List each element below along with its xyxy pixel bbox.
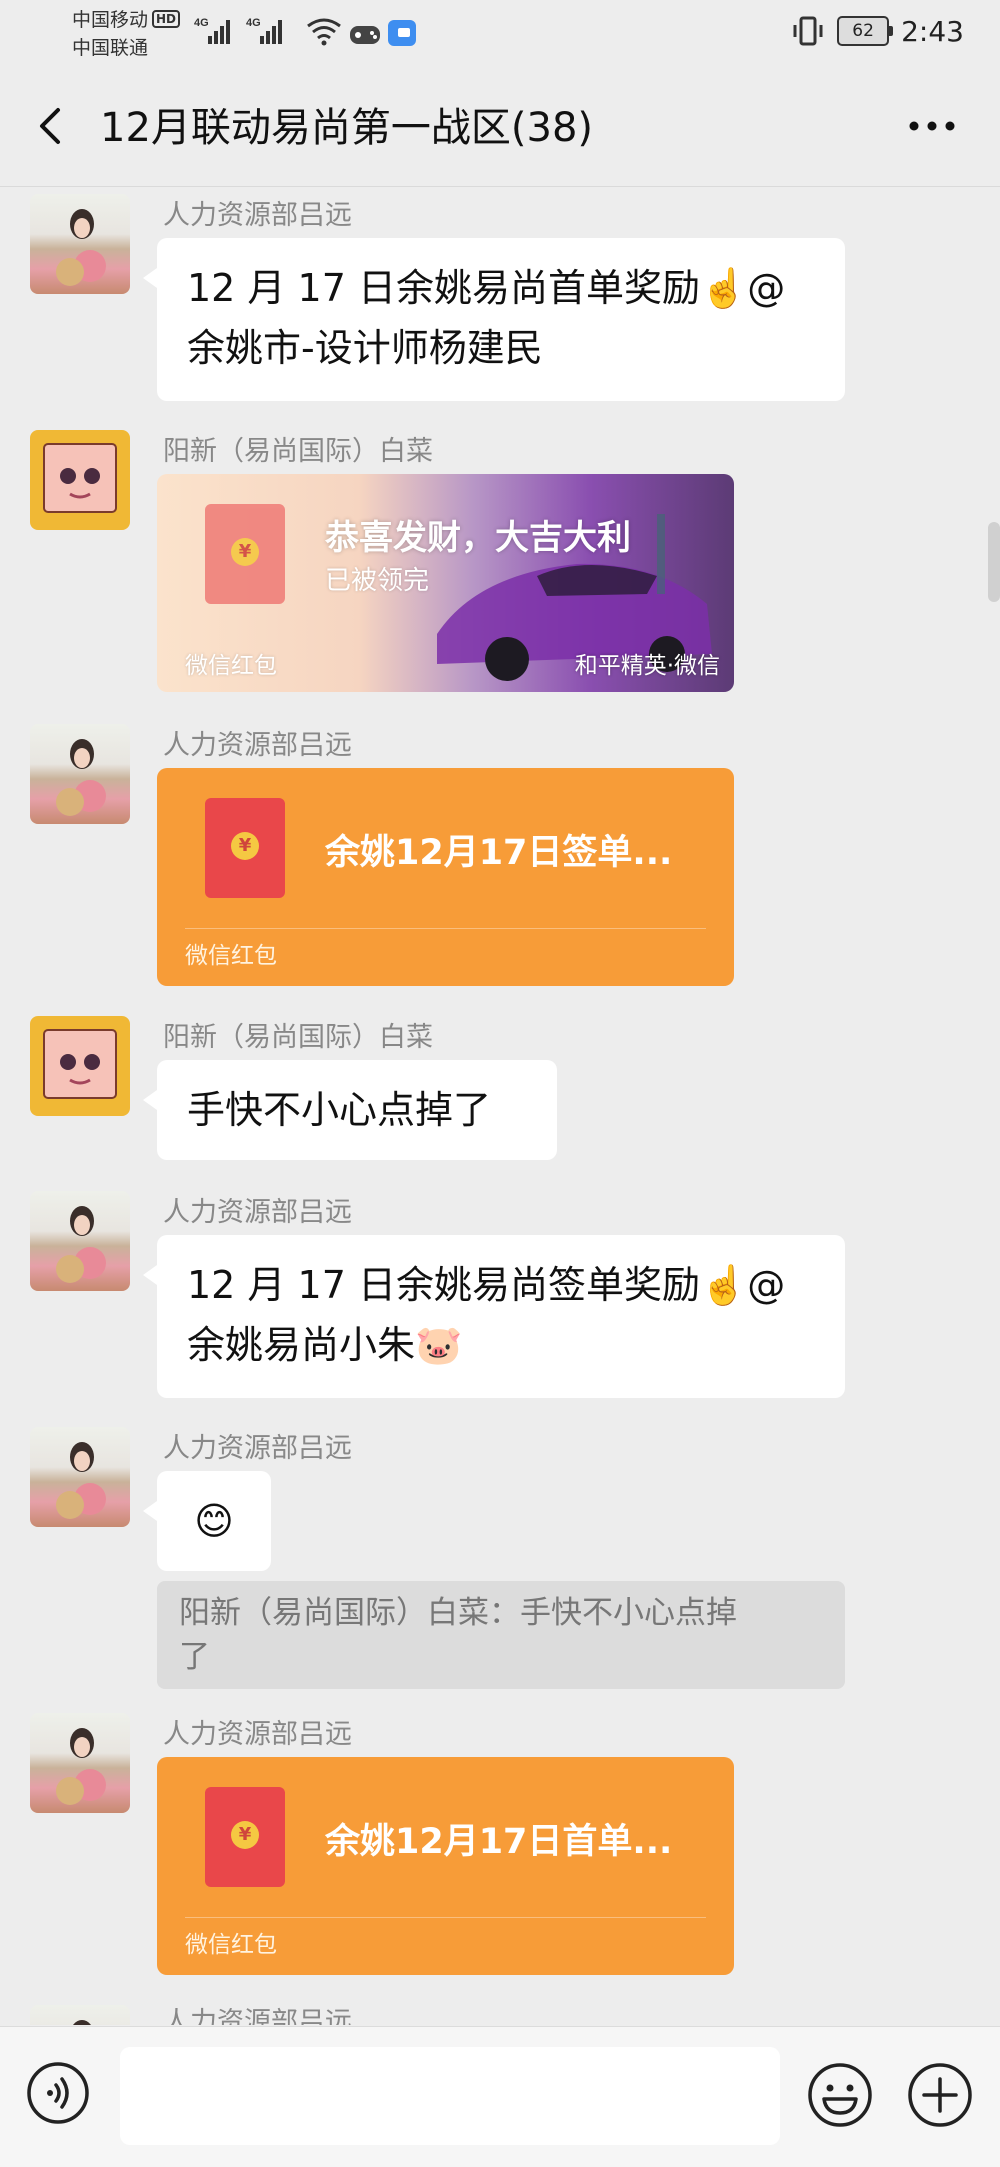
avatar[interactable] <box>30 194 130 294</box>
divider <box>185 928 706 929</box>
input-bar <box>0 2026 1000 2167</box>
net-label-1: 4G <box>194 17 209 29</box>
signal-icon-2: 4G <box>246 17 282 44</box>
plus-icon[interactable] <box>906 2061 974 2129</box>
quote-text-line: 阳新（易尚国际）白菜：手快不小心点掉 <box>179 1595 737 1631</box>
avatar-image <box>56 1728 106 1805</box>
message-text-line: 余姚市-设计师杨建民 <box>187 326 543 370</box>
message-text: 手快不小心点掉了 <box>187 1088 492 1132</box>
message-list[interactable]: 人力资源部吕远 12 月 17 日余姚易尚首单奖励☝️@ 余姚市-设计师杨建民 … <box>0 187 1000 2025</box>
clock: 2:43 <box>901 14 964 48</box>
carrier-2: 中国联通 <box>72 37 149 59</box>
red-envelope-icon <box>205 504 285 604</box>
avatar[interactable] <box>30 1016 130 1116</box>
carrier-info: 中国移动 HD 中国联通 <box>72 6 181 62</box>
back-icon[interactable] <box>32 102 72 150</box>
red-envelope-icon <box>205 798 285 898</box>
sender-name: 人力资源部吕远 <box>163 1719 352 1750</box>
message-bubble[interactable]: 😊 <box>143 1471 271 1571</box>
message-bubble[interactable]: 12 月 17 日余姚易尚首单奖励☝️@ 余姚市-设计师杨建民 <box>143 238 845 401</box>
red-packet-opened[interactable]: 恭喜发财，大吉大利 已被领完 微信红包 和平精英·微信 <box>157 474 734 692</box>
avatar-image <box>56 1442 106 1519</box>
scrollbar[interactable] <box>988 522 1000 602</box>
carrier-1: 中国移动 <box>72 9 149 31</box>
message-text-line: 12 月 17 日余姚易尚首单奖励☝️@ <box>187 266 786 310</box>
status-bar: 中国移动 HD 中国联通 4G 4G 62 2:43 <box>0 0 1000 66</box>
avatar-image <box>43 443 117 513</box>
red-packet-footer: 微信红包 <box>185 653 277 679</box>
red-packet-title: 恭喜发财，大吉大利 <box>325 518 631 558</box>
avatar-image <box>43 1029 117 1099</box>
red-envelope-icon <box>205 1787 285 1887</box>
sender-name: 人力资源部吕远 <box>163 730 352 761</box>
status-right: 62 2:43 <box>791 14 964 48</box>
app-notification-icon <box>388 20 416 46</box>
avatar[interactable] <box>30 430 130 530</box>
sender-name: 阳新（易尚国际）白菜 <box>163 1022 433 1053</box>
divider <box>185 1917 706 1918</box>
sender-name: 人力资源部吕远 <box>163 2007 352 2025</box>
message-bubble[interactable]: 手快不小心点掉了 <box>143 1060 557 1160</box>
quoted-message[interactable]: 阳新（易尚国际）白菜：手快不小心点掉 了 <box>157 1581 845 1689</box>
avatar[interactable] <box>30 1713 130 1813</box>
message-text-line: 余姚易尚小朱🐷 <box>187 1323 463 1367</box>
red-packet[interactable]: 余姚12月17日签单... 微信红包 <box>157 768 734 986</box>
red-packet-status: 已被领完 <box>325 566 430 596</box>
avatar[interactable] <box>30 2005 130 2025</box>
red-packet-title: 余姚12月17日签单... <box>325 833 673 873</box>
red-packet-footer: 微信红包 <box>185 1932 277 1958</box>
battery-icon: 62 <box>837 16 894 46</box>
quote-text-line: 了 <box>179 1639 210 1675</box>
net-label-2: 4G <box>246 17 261 29</box>
red-packet[interactable]: 余姚12月17日首单... 微信红包 <box>157 1757 734 1975</box>
sender-name: 人力资源部吕远 <box>163 1197 352 1228</box>
smile-emoji: 😊 <box>194 1499 234 1543</box>
voice-icon[interactable] <box>26 2061 90 2125</box>
avatar-image <box>56 739 106 816</box>
emoji-icon[interactable] <box>806 2061 874 2129</box>
message-bubble[interactable]: 12 月 17 日余姚易尚签单奖励☝️@ 余姚易尚小朱🐷 <box>143 1235 845 1398</box>
avatar-image <box>56 1206 106 1283</box>
message-input[interactable] <box>120 2047 780 2145</box>
red-packet-brand: 和平精英·微信 <box>574 653 720 679</box>
avatar-image <box>73 2020 91 2025</box>
sender-name: 人力资源部吕远 <box>163 200 352 231</box>
hd-badge: HD <box>152 10 181 28</box>
avatar[interactable] <box>30 1427 130 1527</box>
red-packet-title: 余姚12月17日首单... <box>325 1822 673 1862</box>
wifi-icon <box>307 18 341 46</box>
message-text-line: 12 月 17 日余姚易尚签单奖励☝️@ <box>187 1263 786 1307</box>
avatar-image <box>56 209 106 286</box>
chat-header: 12月联动易尚第一战区(38) <box>0 66 1000 187</box>
vibrate-icon <box>793 16 823 46</box>
red-packet-footer: 微信红包 <box>185 943 277 969</box>
more-icon[interactable] <box>904 106 960 146</box>
signal-icon: 4G <box>194 17 230 44</box>
sender-name: 人力资源部吕远 <box>163 1433 352 1464</box>
avatar[interactable] <box>30 724 130 824</box>
sender-name: 阳新（易尚国际）白菜 <box>163 436 433 467</box>
avatar[interactable] <box>30 1191 130 1291</box>
chat-title: 12月联动易尚第一战区(38) <box>100 105 594 151</box>
game-controller-icon <box>350 26 380 44</box>
